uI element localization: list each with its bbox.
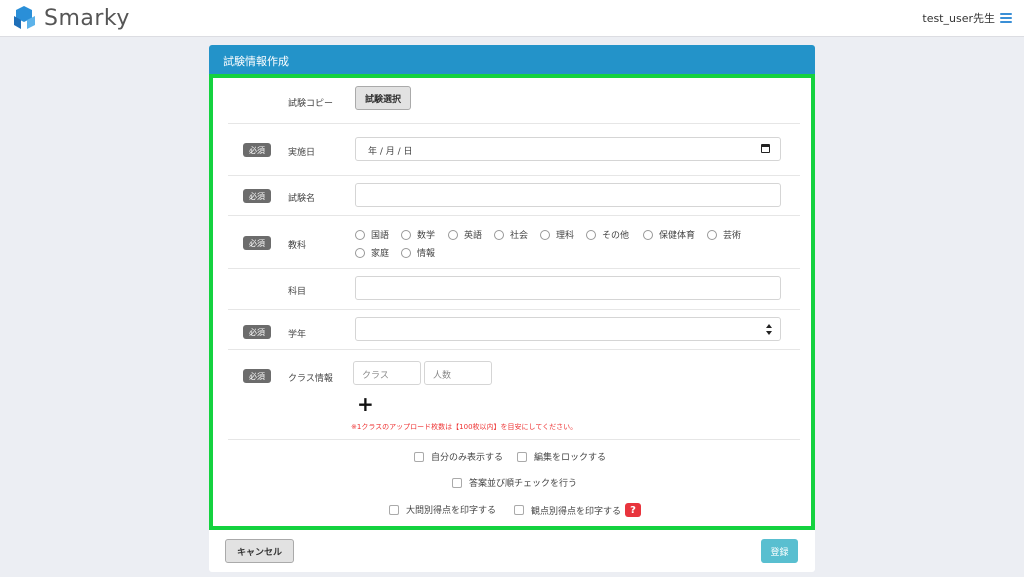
exam-name-input[interactable] [355,183,781,207]
grade-select[interactable] [355,317,781,341]
lock-edit-checkbox[interactable]: 編集をロックする [517,450,606,463]
order-check-checkbox[interactable]: 答案並び順チェックを行う [452,476,577,489]
calendar-icon[interactable] [761,144,770,153]
divider [228,268,800,269]
cancel-button[interactable]: キャンセル [225,539,294,563]
divider [228,349,800,350]
select-arrow-icon [766,324,772,335]
logo-icon [14,6,35,29]
card-footer: キャンセル 登録 [209,530,815,572]
divider [228,439,800,440]
required-badge: 必須 [243,189,271,203]
logo[interactable]: Smarky [10,4,130,32]
class-input[interactable]: クラス [353,361,421,385]
subject-radio-health-pe[interactable]: 保健体育 [643,228,695,241]
card-title: 試験情報作成 [209,45,815,74]
required-badge: 必須 [243,236,271,250]
add-icon[interactable]: + [357,394,374,414]
required-badge: 必須 [243,369,271,383]
subject-radio-information[interactable]: 情報 [401,246,435,259]
course-input[interactable] [355,276,781,300]
print-question-scores-checkbox[interactable]: 大問別得点を印字する [389,503,496,516]
subject-radio-art[interactable]: 芸術 [707,228,741,241]
course-label: 科目 [288,287,307,297]
top-bar: Smarky test_user先生 [0,0,1024,37]
register-button[interactable]: 登録 [761,539,798,563]
date-input[interactable]: 年 / 月 / 日 [355,137,781,161]
divider [228,175,800,176]
subject-radio-other[interactable]: その他 [586,228,629,241]
user-menu[interactable]: test_user先生 [922,10,1012,26]
subject-label: 教科 [288,241,307,251]
subject-radio-home-economics[interactable]: 家庭 [355,246,389,259]
exam-form: 試験コピー 試験選択 必須 実施日 年 / 月 / 日 必須 試験名 必須 教科… [209,74,815,530]
logo-text: Smarky [44,5,130,31]
required-badge: 必須 [243,325,271,339]
subject-radio-social[interactable]: 社会 [494,228,528,241]
menu-icon[interactable] [1000,13,1012,23]
divider [228,215,800,216]
class-info-label: クラス情報 [288,374,333,384]
self-only-checkbox[interactable]: 自分のみ表示する [414,450,503,463]
copy-label: 試験コピー [288,99,334,109]
user-name: test_user先生 [922,12,995,25]
exam-name-label: 試験名 [288,194,316,204]
divider [228,123,800,124]
date-value: 年 / 月 / 日 [368,147,413,157]
subject-radio-math[interactable]: 数学 [401,228,435,241]
grade-label: 学年 [288,330,307,340]
date-label: 実施日 [288,148,316,158]
count-input[interactable]: 人数 [424,361,492,385]
subject-radio-japanese[interactable]: 国語 [355,228,389,241]
upload-note: ※1クラスのアップロード枚数は【100枚以内】を目安にしてください。 [351,423,578,431]
divider [228,309,800,310]
help-icon[interactable]: ? [625,503,642,517]
required-badge: 必須 [243,143,271,157]
print-viewpoint-scores-checkbox[interactable]: 観点別得点を印字する? [514,503,642,517]
subject-radio-english[interactable]: 英語 [448,228,482,241]
exam-select-button[interactable]: 試験選択 [355,86,411,110]
subject-radio-science[interactable]: 理科 [540,228,574,241]
